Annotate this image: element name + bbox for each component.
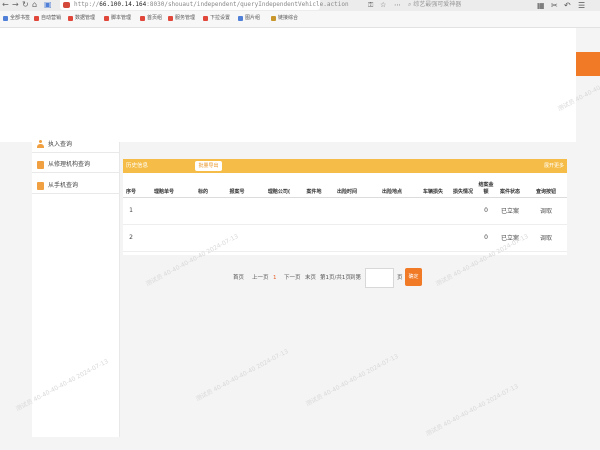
key-icon[interactable]: ⚿ (368, 0, 373, 10)
person-icon (37, 140, 44, 148)
redacted-cell (217, 197, 257, 225)
page-info: 第1页/共1页 (320, 275, 351, 281)
sidebar-item-phone-query[interactable]: 从手机查询 (32, 178, 120, 194)
page-number-input[interactable] (365, 268, 394, 288)
url-prefix: http:// (74, 1, 100, 8)
redacted-cell (139, 224, 189, 252)
last-page-link[interactable]: 末页 (305, 268, 316, 288)
bookmark-item[interactable]: 全部书签 (3, 14, 30, 23)
redacted-cell (449, 197, 477, 225)
go-button[interactable]: 确定 (405, 268, 422, 286)
bookmark-item[interactable]: 链接综合 (271, 14, 298, 23)
prev-page-link[interactable]: 上一页 (252, 268, 269, 288)
column-header: 理赔公司( (257, 177, 301, 198)
cut-icon[interactable]: ✂ (551, 0, 558, 11)
column-header: 案件状态 (495, 177, 525, 198)
column-header: 出险时间 (327, 177, 367, 198)
browser-toolbar: ← → ↻ ⌂ ▣ http://66.100.14.164:8030/shou… (0, 0, 600, 11)
next-page-link[interactable]: 下一页 (284, 268, 301, 288)
bookmarks-bar: 全部书签 自动营销 数据管理 脚本管理 首页组 服务管理 下拉设置 图片组 链接… (0, 11, 600, 28)
security-icon[interactable]: ▣ (44, 0, 52, 9)
watermark: 测试员 40-40-40-40-40 2024-07-13 (424, 382, 520, 438)
browser-search[interactable]: ⌕ 综艺最强可爱神器 (408, 0, 518, 10)
star-icon[interactable]: ☆ (380, 0, 386, 10)
more-icon[interactable]: ⋯ (394, 0, 401, 10)
home-icon[interactable]: ⌂ (32, 0, 37, 9)
redacted-cell (301, 197, 327, 225)
menu-icon[interactable]: ☰ (578, 0, 585, 11)
column-header: 理赔单号 (139, 177, 189, 198)
redacted-cell (257, 197, 301, 225)
current-page: 1 (273, 275, 277, 281)
redacted-cell (449, 224, 477, 252)
sidebar-item-label: 执入查询 (48, 141, 73, 148)
panel-header: 历史信息 批量导出 展开更多 (123, 159, 567, 173)
accent-tab[interactable] (576, 52, 600, 76)
row-index: 1 (123, 197, 139, 225)
url-host: 66.100.14.164 (99, 1, 147, 8)
search-placeholder: 综艺最强可爱神器 (413, 1, 462, 8)
expand-link[interactable]: 展开更多 (544, 159, 564, 173)
redacted-cell (301, 224, 327, 252)
first-page-link[interactable]: 首页 (233, 268, 244, 288)
redacted-cell (257, 224, 301, 252)
column-header: 案件地 (301, 177, 327, 198)
column-header: 查询按钮 (525, 177, 567, 198)
row-amount: 0 (477, 224, 495, 252)
sidebar-item-repair-shop-query[interactable]: 从修理机构查询 (32, 157, 120, 173)
row-index: 2 (123, 224, 139, 252)
sidebar-item-query[interactable]: 执入查询 (32, 137, 120, 153)
column-header: 出险地点 (367, 177, 417, 198)
watermark: 测试员 40-40-40-40-40 2024-07-13 (194, 347, 290, 403)
bookmark-item[interactable]: 图片组 (238, 14, 260, 23)
redacted-cell (367, 197, 417, 225)
site-shield-icon (63, 2, 70, 8)
watermark: 测试员 40-40-40-40-40 2024-07-13 (304, 352, 400, 408)
sidebar-item-label: 从手机查询 (48, 182, 79, 189)
bookmark-item[interactable]: 下拉设置 (203, 14, 230, 23)
retrieve-link[interactable]: 调取 (525, 197, 567, 225)
page-unit-label: 页 (397, 275, 403, 281)
jump-label: 到第 (350, 275, 362, 281)
export-button[interactable]: 批量导出 (195, 161, 222, 171)
bookmark-item[interactable]: 自动营销 (34, 14, 61, 23)
address-bar[interactable]: http://66.100.14.164:8030/shouaut/indepe… (60, 0, 349, 10)
redacted-cell (327, 197, 367, 225)
column-header: 报案号 (217, 177, 257, 198)
forward-icon[interactable]: → (12, 0, 19, 9)
bookmark-item[interactable]: 服务管理 (168, 14, 195, 23)
grid-icon[interactable]: ▦ (537, 0, 545, 11)
table-row: 1 0 已立案 调取 (123, 197, 567, 225)
page-header-area (0, 28, 576, 142)
redacted-cell (417, 197, 449, 225)
url-path: :8030/shouaut/independent/queryIndepende… (146, 1, 349, 8)
panel-title: 历史信息 (126, 163, 149, 169)
bookmark-item[interactable]: 脚本管理 (104, 14, 131, 23)
reload-icon[interactable]: ↻ (22, 0, 29, 9)
document-icon (37, 161, 44, 169)
column-header: 车辆损失 (417, 177, 449, 198)
sidebar-item-label: 从修理机构查询 (48, 161, 91, 168)
retrieve-link[interactable]: 调取 (525, 224, 567, 252)
column-header: 标的 (189, 177, 217, 198)
redacted-cell (327, 224, 367, 252)
column-header: 损失情况 (449, 177, 477, 198)
column-header: 结案金额 (477, 177, 495, 198)
redacted-cell (367, 224, 417, 252)
column-header: 序号 (123, 177, 139, 198)
history-table: 序号 理赔单号 标的 报案号 理赔公司( 案件地 出险时间 出险地点 车辆损失 … (123, 177, 567, 252)
history-panel: 历史信息 批量导出 展开更多 序号 理赔单号 标的 报案号 理赔公司( 案件地 … (123, 159, 567, 255)
document-icon (37, 182, 44, 190)
back-icon[interactable]: ← (2, 0, 9, 9)
bookmark-item[interactable]: 数据管理 (68, 14, 95, 23)
table-header-row: 序号 理赔单号 标的 报案号 理赔公司( 案件地 出险时间 出险地点 车辆损失 … (123, 177, 567, 198)
redacted-cell (139, 197, 189, 225)
bookmark-item[interactable]: 首页组 (140, 14, 162, 23)
row-amount: 0 (477, 197, 495, 225)
redacted-cell (417, 224, 449, 252)
redacted-cell (189, 197, 217, 225)
undo-icon[interactable]: ↶ (564, 0, 571, 11)
row-status: 已立案 (495, 197, 525, 225)
